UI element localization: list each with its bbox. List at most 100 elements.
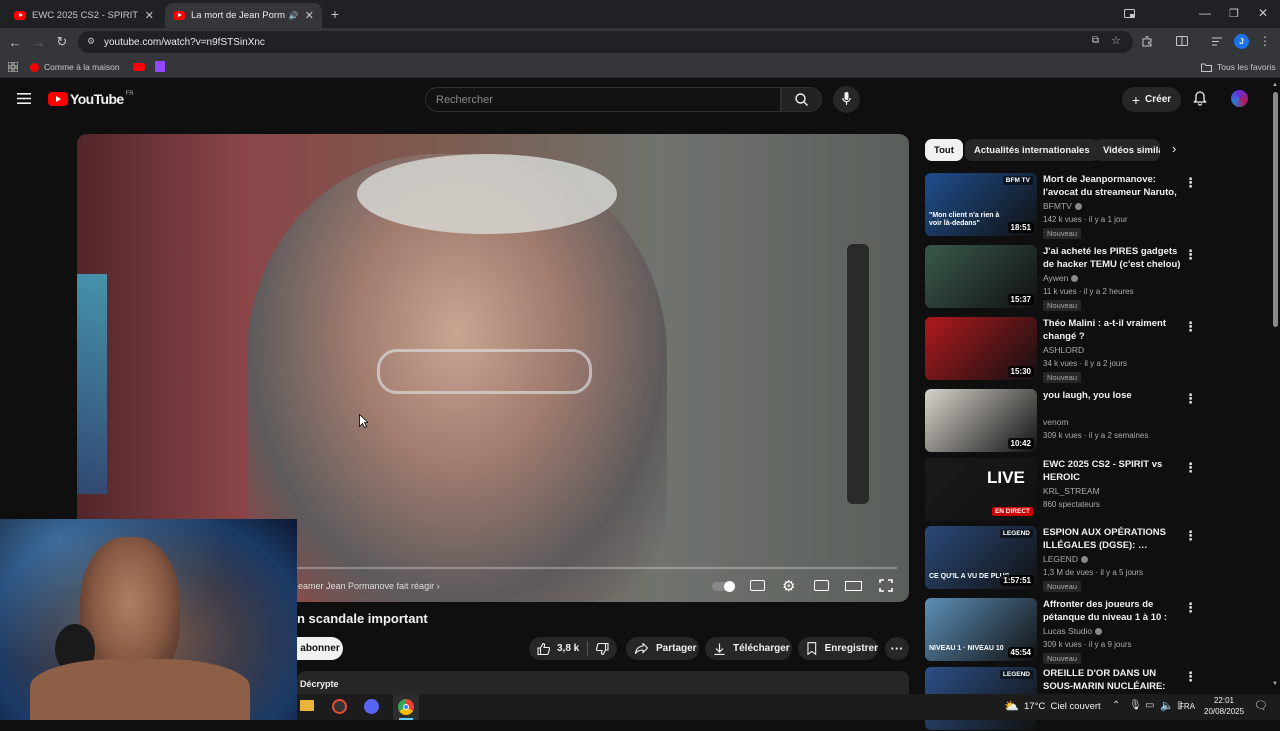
dislike-button[interactable] <box>596 642 609 655</box>
microphone-tray-icon[interactable]: 🎙 <box>1129 700 1142 711</box>
voice-search-button[interactable] <box>833 86 860 113</box>
video-title-link[interactable]: Mort de Jeanpormanove: l'avocat du strea… <box>1043 173 1181 200</box>
clock[interactable]: 22:01 20/08/2025 <box>1204 695 1244 717</box>
bookmark-item[interactable]: Comme à la maison <box>30 56 120 78</box>
more-options-icon[interactable]: ⋮ <box>1184 319 1197 335</box>
channel-name[interactable]: Lucas Studio <box>1043 626 1103 636</box>
audio-playing-icon[interactable]: 🔊 <box>289 11 299 20</box>
media-controls-icon[interactable] <box>1209 33 1225 49</box>
video-thumbnail[interactable]: EN DIRECT LIVE <box>925 458 1037 521</box>
apps-grid-icon[interactable] <box>8 62 18 72</box>
fullscreen-icon[interactable] <box>879 579 893 592</box>
more-options-icon[interactable]: ⋮ <box>1184 600 1197 616</box>
autoplay-toggle[interactable] <box>712 581 735 592</box>
miniplayer-icon[interactable] <box>814 580 829 591</box>
like-button[interactable]: 3,8 k <box>537 642 579 655</box>
address-bar[interactable]: ⚙ youtube.com/watch?v=n9fSTSinXnc ⧉ ☆ <box>78 31 1133 53</box>
create-button[interactable]: + Créer <box>1122 87 1181 112</box>
video-thumbnail[interactable]: 15:30 <box>925 317 1037 380</box>
twitch-bookmark-icon[interactable] <box>155 61 165 72</box>
more-options-icon[interactable]: ⋮ <box>1184 460 1197 476</box>
reload-icon[interactable]: ↻ <box>53 33 71 51</box>
video-thumbnail[interactable]: NIVEAU 1 · NIVEAU 10 45:54 <box>925 598 1037 661</box>
reading-list-icon[interactable] <box>1174 33 1190 49</box>
download-button[interactable]: Télécharger <box>705 637 792 660</box>
video-title-link[interactable]: ESPION AUX OPÉRATIONS ILLÉGALES (DGSE): … <box>1043 526 1181 552</box>
app-icon[interactable] <box>332 699 347 714</box>
description-box[interactable]: Décrypte <box>297 671 909 694</box>
subtitles-icon[interactable] <box>750 580 765 591</box>
recommended-video[interactable]: NIVEAU 1 · NIVEAU 10 45:54 Affronter des j… <box>925 598 1265 664</box>
recommended-video[interactable]: 10:42 you laugh, you lose venom 309 k vues … <box>925 389 1265 453</box>
forward-arrow-icon[interactable]: → <box>30 33 48 51</box>
video-title-link[interactable]: EWC 2025 CS2 - SPIRIT vs HEROIC <box>1043 458 1181 484</box>
more-options-icon[interactable]: ⋮ <box>1184 175 1197 191</box>
more-options-icon[interactable]: ⋮ <box>1184 669 1197 685</box>
search-button[interactable] <box>781 87 822 112</box>
channel-name[interactable]: BFMTV <box>1043 201 1082 211</box>
video-title-link[interactable]: OREILLE D'OR DANS UN SOUS-MARIN NUCLÉAIR… <box>1043 667 1181 694</box>
share-button[interactable]: Partager <box>626 637 699 660</box>
chip-international-news[interactable]: Actualités internationales <box>965 139 1099 161</box>
video-thumbnail[interactable]: 10:42 <box>925 389 1037 452</box>
restore-window-icon[interactable]: ❐ <box>1225 4 1243 22</box>
file-explorer-icon[interactable] <box>300 700 314 711</box>
bookmark-star-icon[interactable]: ☆ <box>1111 34 1121 47</box>
subscribe-button[interactable]: abonner <box>297 637 343 660</box>
recommended-video[interactable]: 15:30 Théo Malini : a-t-il vraiment chang… <box>925 317 1265 383</box>
video-thumbnail[interactable]: LEGEND CE QU'IL A VU DE PLUS 1:57:51 <box>925 526 1037 589</box>
page-scrollbar[interactable]: ▲ ▼ <box>1270 80 1280 694</box>
close-tab-icon[interactable]: ✕ <box>145 9 154 22</box>
more-actions-icon[interactable]: ··· <box>885 637 909 660</box>
tray-chevron-icon[interactable]: ⌃ <box>1112 700 1120 711</box>
chip-similar-videos[interactable]: Vidéos simila <box>1094 139 1160 161</box>
all-favorites-folder[interactable]: Tous les favoris <box>1201 56 1276 78</box>
site-info-icon[interactable]: ⚙ <box>87 36 95 47</box>
chevron-right-icon[interactable]: › <box>1172 141 1176 156</box>
browser-tab-active[interactable]: La mort de Jean Pormanove 🔊 ✕ <box>165 3 322 28</box>
network-icon[interactable]: ▭ <box>1145 700 1154 711</box>
recommended-video[interactable]: BFM TV "Mon client n'a rien à voir là-ded… <box>925 173 1265 239</box>
recommended-video[interactable]: 15:37 J'ai acheté les PIRES gadgets de ha… <box>925 245 1265 311</box>
channel-name[interactable]: ASHLORD <box>1043 345 1084 355</box>
search-input[interactable]: Rechercher <box>425 87 781 112</box>
video-title-link[interactable]: Affronter des joueurs de pétanque du niv… <box>1043 598 1181 625</box>
weather-text[interactable]: 17°C Ciel couvert <box>1024 701 1101 712</box>
video-thumbnail[interactable]: 15:37 <box>925 245 1037 308</box>
back-arrow-icon[interactable]: ← <box>6 33 24 51</box>
video-thumbnail[interactable]: BFM TV "Mon client n'a rien à voir là-ded… <box>925 173 1037 236</box>
notification-center-icon[interactable]: 🗨 <box>1254 699 1268 712</box>
browser-menu-icon[interactable]: ⋮ <box>1258 33 1272 49</box>
profile-avatar[interactable]: J <box>1234 34 1249 49</box>
scroll-down-arrow-icon[interactable]: ▼ <box>1272 681 1278 687</box>
discord-icon[interactable] <box>364 699 379 714</box>
channel-name[interactable]: LEGEND <box>1043 554 1088 564</box>
channel-name[interactable]: KRL_STREAM <box>1043 486 1100 496</box>
install-app-icon[interactable]: ⧉ <box>1092 35 1099 46</box>
chip-all[interactable]: Tout <box>925 139 963 161</box>
chrome-taskbar-item[interactable] <box>393 694 419 720</box>
volume-icon[interactable]: 🔈 <box>1160 699 1174 712</box>
youtube-bookmark-icon[interactable] <box>133 63 145 71</box>
tab-search-icon[interactable] <box>1120 4 1138 22</box>
browser-tab[interactable]: EWC 2025 CS2 - SPIRIT vs HER… ✕ <box>6 3 162 28</box>
chapter-title[interactable]: eamer Jean Pormanove fait réagir › <box>298 581 440 591</box>
account-avatar[interactable] <box>1231 90 1248 107</box>
recommended-video[interactable]: LEGEND CE QU'IL A VU DE PLUS 1:57:51 ESPION… <box>925 526 1265 592</box>
video-title-link[interactable]: you laugh, you lose <box>1043 389 1181 402</box>
channel-name[interactable]: Aywen <box>1043 273 1079 283</box>
save-button[interactable]: Enregistrer <box>798 637 878 660</box>
settings-gear-icon[interactable]: ⚙ <box>782 577 795 595</box>
minimize-window-icon[interactable]: — <box>1196 4 1214 22</box>
notifications-bell-icon[interactable] <box>1193 91 1207 106</box>
hamburger-menu-icon[interactable] <box>17 93 31 104</box>
theater-mode-icon[interactable] <box>845 581 862 591</box>
language-indicator[interactable]: FRA <box>1179 702 1195 711</box>
scroll-up-arrow-icon[interactable]: ▲ <box>1272 82 1278 88</box>
scrollbar-thumb[interactable] <box>1273 92 1278 327</box>
extensions-icon[interactable] <box>1139 33 1155 49</box>
more-options-icon[interactable]: ⋮ <box>1184 247 1197 263</box>
close-window-icon[interactable]: ✕ <box>1254 4 1272 22</box>
recommended-video[interactable]: EN DIRECT LIVE EWC 2025 CS2 - SPIRIT vs HE… <box>925 458 1265 522</box>
progress-bar[interactable] <box>297 567 897 569</box>
